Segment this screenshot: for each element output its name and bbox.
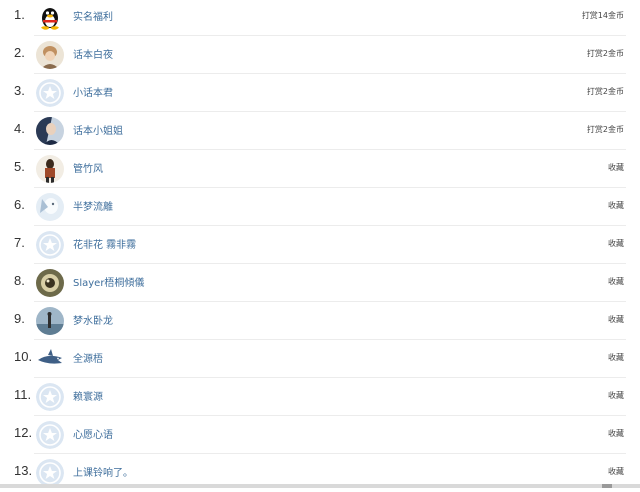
list-item: 5. 管竹风 收藏 bbox=[0, 150, 626, 188]
default-star-avatar-icon[interactable] bbox=[36, 79, 64, 107]
rank-number: 4. bbox=[14, 121, 25, 136]
rank-number: 9. bbox=[14, 311, 25, 326]
list-item: 2. 话本白夜 打赏2金币 bbox=[0, 36, 626, 74]
user-name-link[interactable]: 话本小姐姐 bbox=[73, 122, 123, 137]
list-item: 4. 话本小姐姐 打赏2金币 bbox=[0, 112, 626, 150]
rank-number: 11. bbox=[14, 387, 32, 402]
collect-action-label: 收藏 bbox=[608, 429, 624, 438]
rank-number: 8. bbox=[14, 273, 25, 288]
rank-number: 10. bbox=[14, 349, 33, 364]
collect-action-label: 收藏 bbox=[608, 467, 624, 476]
scrollbar-thumb[interactable] bbox=[602, 484, 612, 488]
user-name-link[interactable]: 花非花 霧非霧 bbox=[73, 236, 136, 251]
list-item: 11. 赖寰源 收藏 bbox=[0, 378, 626, 416]
reward-ranking-list: 1. 实名福利 打赏14金币 2. 话本白夜 打赏2金币 3. 小话本君 打赏2… bbox=[0, 0, 640, 488]
penguin-avatar-icon[interactable] bbox=[36, 3, 64, 31]
list-item: 9. 梦水卧龙 收藏 bbox=[0, 302, 626, 340]
list-item: 3. 小话本君 打赏2金币 bbox=[0, 74, 626, 112]
rank-number: 1. bbox=[14, 7, 25, 22]
rank-number: 12. bbox=[14, 425, 33, 440]
default-star-avatar-icon[interactable] bbox=[36, 421, 64, 449]
collect-action-label: 收藏 bbox=[608, 353, 624, 362]
shark-avatar-icon[interactable] bbox=[36, 345, 64, 373]
reward-action-label: 打赏2金币 bbox=[586, 87, 624, 96]
list-item: 12. 心愿心语 收藏 bbox=[0, 416, 626, 454]
list-item: 7. 花非花 霧非霧 收藏 bbox=[0, 226, 626, 264]
collect-action-label: 收藏 bbox=[608, 391, 624, 400]
collect-action-label: 收藏 bbox=[608, 315, 624, 324]
rank-number: 7. bbox=[14, 235, 25, 250]
photo-avatar-icon[interactable] bbox=[36, 307, 64, 335]
collect-action-label: 收藏 bbox=[608, 163, 624, 172]
photo-avatar-icon[interactable] bbox=[36, 155, 64, 183]
rank-number: 3. bbox=[14, 83, 25, 98]
user-name-link[interactable]: Slayer梧桐傾儀 bbox=[73, 274, 144, 289]
reward-action-label: 打赏14金币 bbox=[581, 11, 624, 20]
photo-avatar-icon[interactable] bbox=[36, 193, 64, 221]
collect-action-label: 收藏 bbox=[608, 239, 624, 248]
user-name-link[interactable]: 梦水卧龙 bbox=[73, 312, 113, 327]
photo-avatar-icon[interactable] bbox=[36, 269, 64, 297]
user-name-link[interactable]: 赖寰源 bbox=[73, 388, 103, 403]
list-item: 1. 实名福利 打赏14金币 bbox=[0, 0, 626, 36]
default-star-avatar-icon[interactable] bbox=[36, 383, 64, 411]
list-item: 10. 全源梧 收藏 bbox=[0, 340, 626, 378]
user-name-link[interactable]: 上课铃响了。 bbox=[73, 464, 133, 479]
horizontal-scrollbar[interactable] bbox=[0, 484, 640, 488]
rank-number: 13. bbox=[14, 463, 33, 478]
user-name-link[interactable]: 心愿心语 bbox=[73, 426, 113, 441]
user-name-link[interactable]: 管竹风 bbox=[73, 160, 103, 175]
user-name-link[interactable]: 话本白夜 bbox=[73, 46, 113, 61]
user-name-link[interactable]: 实名福利 bbox=[73, 8, 113, 23]
rank-number: 5. bbox=[14, 159, 25, 174]
default-star-avatar-icon[interactable] bbox=[36, 231, 64, 259]
photo-avatar-icon[interactable] bbox=[36, 117, 64, 145]
user-name-link[interactable]: 全源梧 bbox=[73, 350, 103, 365]
collect-action-label: 收藏 bbox=[608, 277, 624, 286]
rank-number: 6. bbox=[14, 197, 25, 212]
rank-number: 2. bbox=[14, 45, 25, 60]
list-item: 8. Slayer梧桐傾儀 收藏 bbox=[0, 264, 626, 302]
photo-avatar-icon[interactable] bbox=[36, 41, 64, 69]
user-name-link[interactable]: 半梦流離 bbox=[73, 198, 113, 213]
list-item: 6. 半梦流離 收藏 bbox=[0, 188, 626, 226]
default-star-avatar-icon[interactable] bbox=[36, 459, 64, 487]
reward-action-label: 打赏2金币 bbox=[586, 49, 624, 58]
user-name-link[interactable]: 小话本君 bbox=[73, 84, 113, 99]
collect-action-label: 收藏 bbox=[608, 201, 624, 210]
reward-action-label: 打赏2金币 bbox=[586, 125, 624, 134]
